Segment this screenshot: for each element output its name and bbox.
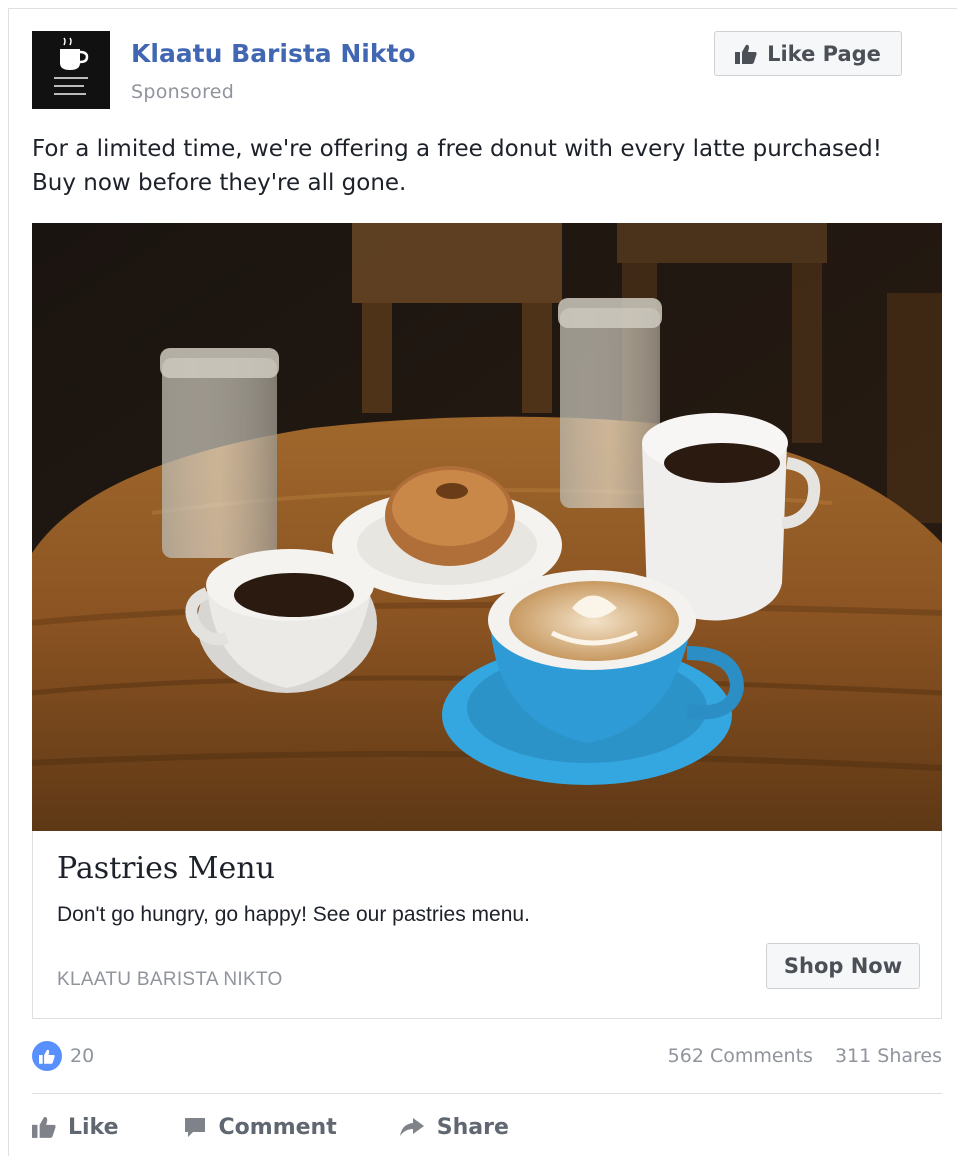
coffee-table-image (32, 223, 942, 831)
sponsored-post: Klaatu Barista Nikto Sponsored Like Page… (8, 8, 957, 1156)
comment-label: Comment (218, 1114, 337, 1140)
card-description: Don't go hungry, go happy! See our pastr… (57, 903, 530, 926)
page-avatar[interactable] (32, 31, 110, 109)
like-page-button[interactable]: Like Page (714, 31, 902, 76)
comments-count[interactable]: 562 Comments (668, 1045, 813, 1067)
shares-count[interactable]: 311 Shares (835, 1045, 942, 1067)
like-page-label: Like Page (767, 41, 881, 66)
comment-icon (184, 1118, 205, 1137)
like-reaction-icon (32, 1041, 62, 1071)
like-count: 20 (70, 1045, 95, 1067)
thumbs-up-icon (32, 1116, 56, 1138)
divider (32, 1093, 942, 1094)
page-name-link[interactable]: Klaatu Barista Nikto (131, 39, 416, 68)
like-label: Like (68, 1114, 119, 1140)
shop-now-button[interactable]: Shop Now (766, 943, 920, 989)
coffee-logo-icon (32, 31, 110, 109)
card-title[interactable]: Pastries Menu (57, 851, 275, 886)
share-icon (399, 1118, 424, 1136)
share-label: Share (436, 1114, 509, 1140)
sponsored-label: Sponsored (131, 81, 235, 103)
thumbs-up-icon (735, 44, 757, 64)
post-photo[interactable] (32, 223, 942, 831)
engagement-stats: 20 562 Comments 311 Shares (32, 1041, 942, 1075)
like-button[interactable]: Like (32, 1115, 119, 1140)
link-preview-card[interactable]: Pastries Menu Don't go hungry, go happy!… (32, 831, 942, 1019)
reactions-summary[interactable]: 20 (32, 1041, 94, 1071)
post-message: For a limited time, we're offering a fre… (32, 136, 882, 196)
comment-button[interactable]: Comment (183, 1115, 337, 1140)
card-domain: KLAATU BARISTA NIKTO (57, 969, 283, 990)
share-button[interactable]: Share (399, 1115, 509, 1140)
post-actions: Like Comment Share (32, 1107, 509, 1147)
